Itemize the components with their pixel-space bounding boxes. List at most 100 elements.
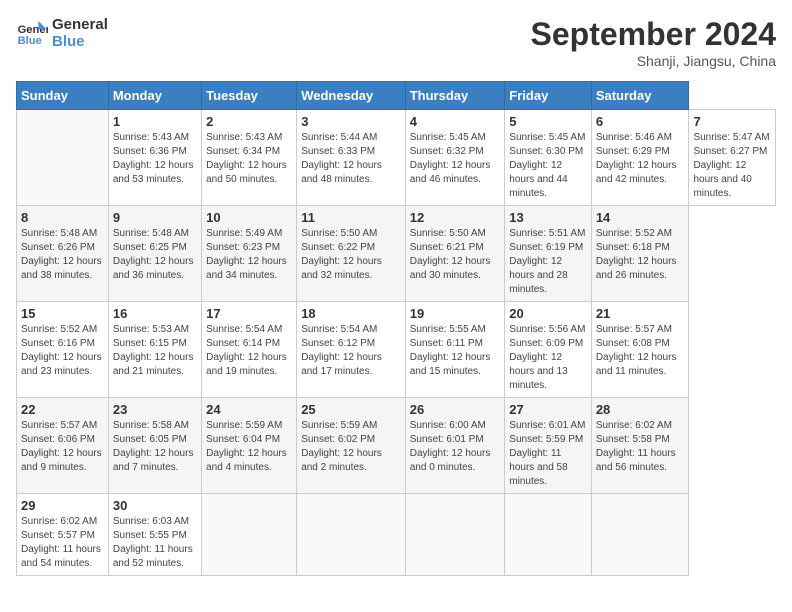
calendar-cell: 28 Sunrise: 6:02 AM Sunset: 5:58 PM Dayl… — [591, 398, 689, 494]
day-number: 15 — [21, 306, 104, 321]
day-number: 24 — [206, 402, 292, 417]
day-number: 19 — [410, 306, 501, 321]
day-number: 14 — [596, 210, 685, 225]
calendar-cell: 25 Sunrise: 5:59 AM Sunset: 6:02 PM Dayl… — [297, 398, 406, 494]
location-subtitle: Shanji, Jiangsu, China — [531, 53, 776, 69]
day-info: Sunrise: 6:00 AM Sunset: 6:01 PM Dayligh… — [410, 419, 501, 475]
calendar-cell: 9 Sunrise: 5:48 AM Sunset: 6:25 PM Dayli… — [108, 206, 201, 302]
day-info: Sunrise: 5:43 AM Sunset: 6:34 PM Dayligh… — [206, 131, 292, 187]
day-info: Sunrise: 5:59 AM Sunset: 6:02 PM Dayligh… — [301, 419, 401, 475]
day-number: 29 — [21, 498, 104, 513]
calendar-cell: 27 Sunrise: 6:01 AM Sunset: 5:59 PM Dayl… — [505, 398, 592, 494]
day-header-saturday: Saturday — [591, 82, 689, 110]
day-info: Sunrise: 5:58 AM Sunset: 6:05 PM Dayligh… — [113, 419, 197, 475]
calendar-cell: 4 Sunrise: 5:45 AM Sunset: 6:32 PM Dayli… — [405, 110, 505, 206]
calendar-cell — [297, 494, 406, 576]
calendar-cell: 13 Sunrise: 5:51 AM Sunset: 6:19 PM Dayl… — [505, 206, 592, 302]
day-number: 9 — [113, 210, 197, 225]
calendar-cell: 15 Sunrise: 5:52 AM Sunset: 6:16 PM Dayl… — [17, 302, 109, 398]
day-number: 11 — [301, 210, 401, 225]
day-info: Sunrise: 5:51 AM Sunset: 6:19 PM Dayligh… — [509, 227, 587, 297]
logo-icon: General Blue — [16, 17, 48, 49]
day-number: 17 — [206, 306, 292, 321]
calendar-table: SundayMondayTuesdayWednesdayThursdayFrid… — [16, 81, 776, 576]
calendar-cell: 26 Sunrise: 6:00 AM Sunset: 6:01 PM Dayl… — [405, 398, 505, 494]
calendar-cell: 3 Sunrise: 5:44 AM Sunset: 6:33 PM Dayli… — [297, 110, 406, 206]
day-number: 28 — [596, 402, 685, 417]
day-header-friday: Friday — [505, 82, 592, 110]
calendar-cell — [505, 494, 592, 576]
calendar-cell: 14 Sunrise: 5:52 AM Sunset: 6:18 PM Dayl… — [591, 206, 689, 302]
calendar-cell: 7 Sunrise: 5:47 AM Sunset: 6:27 PM Dayli… — [689, 110, 776, 206]
day-number: 12 — [410, 210, 501, 225]
day-info: Sunrise: 5:53 AM Sunset: 6:15 PM Dayligh… — [113, 323, 197, 379]
calendar-cell: 30 Sunrise: 6:03 AM Sunset: 5:55 PM Dayl… — [108, 494, 201, 576]
day-number: 7 — [693, 114, 771, 129]
day-info: Sunrise: 5:59 AM Sunset: 6:04 PM Dayligh… — [206, 419, 292, 475]
day-info: Sunrise: 5:48 AM Sunset: 6:25 PM Dayligh… — [113, 227, 197, 283]
day-header-monday: Monday — [108, 82, 201, 110]
day-number: 3 — [301, 114, 401, 129]
logo-line1: General — [52, 16, 108, 33]
day-info: Sunrise: 5:43 AM Sunset: 6:36 PM Dayligh… — [113, 131, 197, 187]
calendar-cell: 5 Sunrise: 5:45 AM Sunset: 6:30 PM Dayli… — [505, 110, 592, 206]
day-info: Sunrise: 5:52 AM Sunset: 6:16 PM Dayligh… — [21, 323, 104, 379]
day-number: 4 — [410, 114, 501, 129]
day-number: 26 — [410, 402, 501, 417]
calendar-cell: 23 Sunrise: 5:58 AM Sunset: 6:05 PM Dayl… — [108, 398, 201, 494]
calendar-cell: 1 Sunrise: 5:43 AM Sunset: 6:36 PM Dayli… — [108, 110, 201, 206]
calendar-cell: 11 Sunrise: 5:50 AM Sunset: 6:22 PM Dayl… — [297, 206, 406, 302]
calendar-cell: 24 Sunrise: 5:59 AM Sunset: 6:04 PM Dayl… — [202, 398, 297, 494]
svg-text:General: General — [18, 24, 48, 36]
day-info: Sunrise: 5:45 AM Sunset: 6:30 PM Dayligh… — [509, 131, 587, 201]
calendar-cell — [202, 494, 297, 576]
calendar-cell: 20 Sunrise: 5:56 AM Sunset: 6:09 PM Dayl… — [505, 302, 592, 398]
calendar-cell: 18 Sunrise: 5:54 AM Sunset: 6:12 PM Dayl… — [297, 302, 406, 398]
day-number: 13 — [509, 210, 587, 225]
day-info: Sunrise: 6:01 AM Sunset: 5:59 PM Dayligh… — [509, 419, 587, 489]
day-info: Sunrise: 5:57 AM Sunset: 6:08 PM Dayligh… — [596, 323, 685, 379]
day-info: Sunrise: 5:54 AM Sunset: 6:14 PM Dayligh… — [206, 323, 292, 379]
day-number: 2 — [206, 114, 292, 129]
day-header-thursday: Thursday — [405, 82, 505, 110]
day-info: Sunrise: 5:52 AM Sunset: 6:18 PM Dayligh… — [596, 227, 685, 283]
day-info: Sunrise: 5:54 AM Sunset: 6:12 PM Dayligh… — [301, 323, 401, 379]
day-number: 23 — [113, 402, 197, 417]
calendar-cell: 22 Sunrise: 5:57 AM Sunset: 6:06 PM Dayl… — [17, 398, 109, 494]
day-number: 27 — [509, 402, 587, 417]
calendar-cell: 8 Sunrise: 5:48 AM Sunset: 6:26 PM Dayli… — [17, 206, 109, 302]
day-info: Sunrise: 5:49 AM Sunset: 6:23 PM Dayligh… — [206, 227, 292, 283]
calendar-cell: 17 Sunrise: 5:54 AM Sunset: 6:14 PM Dayl… — [202, 302, 297, 398]
day-info: Sunrise: 5:50 AM Sunset: 6:22 PM Dayligh… — [301, 227, 401, 283]
day-number: 20 — [509, 306, 587, 321]
calendar-cell: 16 Sunrise: 5:53 AM Sunset: 6:15 PM Dayl… — [108, 302, 201, 398]
day-info: Sunrise: 5:50 AM Sunset: 6:21 PM Dayligh… — [410, 227, 501, 283]
day-number: 10 — [206, 210, 292, 225]
day-info: Sunrise: 5:56 AM Sunset: 6:09 PM Dayligh… — [509, 323, 587, 393]
day-info: Sunrise: 6:03 AM Sunset: 5:55 PM Dayligh… — [113, 515, 197, 571]
day-info: Sunrise: 5:46 AM Sunset: 6:29 PM Dayligh… — [596, 131, 685, 187]
day-number: 25 — [301, 402, 401, 417]
page-header: General Blue General Blue September 2024… — [16, 16, 776, 69]
calendar-cell — [591, 494, 689, 576]
day-info: Sunrise: 6:02 AM Sunset: 5:58 PM Dayligh… — [596, 419, 685, 475]
calendar-cell: 21 Sunrise: 5:57 AM Sunset: 6:08 PM Dayl… — [591, 302, 689, 398]
day-number: 21 — [596, 306, 685, 321]
day-number: 8 — [21, 210, 104, 225]
day-number: 16 — [113, 306, 197, 321]
month-title: September 2024 — [531, 16, 776, 53]
day-number: 18 — [301, 306, 401, 321]
day-info: Sunrise: 5:57 AM Sunset: 6:06 PM Dayligh… — [21, 419, 104, 475]
day-number: 22 — [21, 402, 104, 417]
calendar-cell: 10 Sunrise: 5:49 AM Sunset: 6:23 PM Dayl… — [202, 206, 297, 302]
calendar-cell — [405, 494, 505, 576]
day-header-tuesday: Tuesday — [202, 82, 297, 110]
calendar-cell: 12 Sunrise: 5:50 AM Sunset: 6:21 PM Dayl… — [405, 206, 505, 302]
calendar-cell: 19 Sunrise: 5:55 AM Sunset: 6:11 PM Dayl… — [405, 302, 505, 398]
logo: General Blue General Blue — [16, 16, 108, 50]
svg-text:Blue: Blue — [18, 35, 42, 47]
calendar-cell — [17, 110, 109, 206]
day-header-wednesday: Wednesday — [297, 82, 406, 110]
day-number: 30 — [113, 498, 197, 513]
calendar-cell: 29 Sunrise: 6:02 AM Sunset: 5:57 PM Dayl… — [17, 494, 109, 576]
